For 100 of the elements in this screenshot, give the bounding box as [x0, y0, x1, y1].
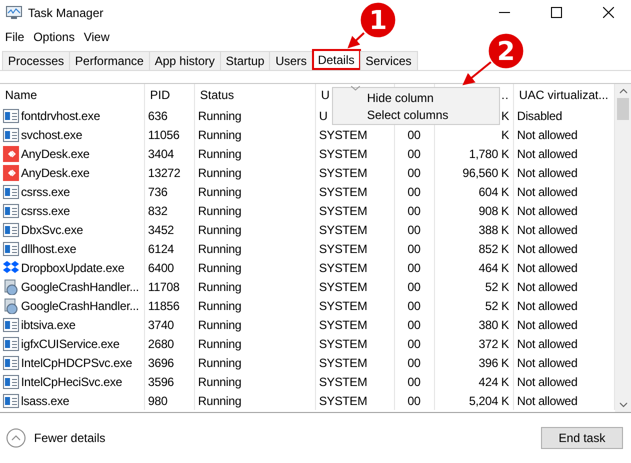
table-cell: 00: [408, 146, 420, 160]
table-cell: GoogleCrashHandler...: [21, 298, 139, 312]
table-cell: Running: [198, 146, 242, 160]
table-cell: SYSTEM: [319, 146, 368, 160]
fewer-details-link[interactable]: Fewer details: [34, 431, 106, 445]
menu-item[interactable]: File: [2, 30, 30, 44]
table-cell: Not allowed: [517, 222, 578, 236]
collapse-icon[interactable]: [6, 428, 26, 448]
table-cell: 3596: [148, 374, 174, 388]
table-cell: 380 K: [478, 318, 509, 332]
window-icon: [3, 108, 19, 122]
table-cell: Not allowed: [517, 204, 578, 218]
tab[interactable]: Services: [360, 51, 418, 70]
table-cell: Not allowed: [517, 242, 578, 256]
step-badge: 2: [487, 32, 525, 70]
table-cell: Not allowed: [517, 280, 578, 294]
column-header[interactable]: Name: [5, 88, 38, 102]
table-cell: SYSTEM: [319, 204, 368, 218]
table-cell: 2680: [148, 336, 174, 350]
table-cell: Disabled: [517, 108, 562, 122]
table-cell: K: [501, 108, 509, 122]
table-cell: Running: [198, 204, 242, 218]
callout-arrow: [348, 32, 365, 48]
sort-chevron-icon: [351, 86, 360, 91]
table-cell: 00: [408, 166, 420, 180]
table-cell: U: [319, 108, 328, 122]
menu-item[interactable]: Options: [30, 30, 81, 44]
table-cell: 908 K: [478, 204, 509, 218]
table-cell: Not allowed: [517, 374, 578, 388]
table-cell: 3740: [148, 318, 174, 332]
column-header[interactable]: Status: [200, 88, 234, 102]
window-icon: [3, 336, 19, 350]
table-cell: AnyDesk.exe: [21, 146, 90, 160]
table-cell: 6124: [148, 242, 174, 256]
table-cell: fontdrvhost.exe: [21, 108, 100, 122]
menu-item[interactable]: View: [80, 30, 116, 44]
table-cell: AnyDesk.exe: [21, 166, 90, 180]
table-cell: 3452: [148, 222, 174, 236]
menu-item[interactable]: Select columns: [333, 106, 499, 123]
table-cell: 424 K: [478, 374, 509, 388]
tab[interactable]: Users: [269, 51, 313, 70]
table-cell: 604 K: [478, 184, 509, 198]
table-cell: 00: [408, 318, 420, 332]
table-cell: Running: [198, 336, 242, 350]
table-cell: 13272: [148, 166, 180, 180]
table-cell: 3696: [148, 356, 174, 370]
table-cell: Not allowed: [517, 260, 578, 274]
table-cell: 3404: [148, 146, 174, 160]
table-cell: Not allowed: [517, 394, 578, 408]
window-icon: [3, 318, 19, 332]
table-cell: Not allowed: [517, 166, 578, 180]
table-cell: 52 K: [485, 298, 509, 312]
table-cell: 00: [408, 260, 420, 274]
tab[interactable]: Processes: [2, 51, 70, 70]
table-cell: svchost.exe: [21, 128, 82, 142]
end-task-button[interactable]: End task: [541, 427, 623, 449]
table-cell: 396 K: [478, 356, 509, 370]
table-cell: 00: [408, 298, 420, 312]
table-cell: Not allowed: [517, 336, 578, 350]
tab[interactable]: Startup: [220, 51, 270, 70]
tab[interactable]: Performance: [69, 51, 150, 70]
table-cell: csrss.exe: [21, 204, 70, 218]
scrollbar[interactable]: [615, 84, 631, 412]
table-cell: csrss.exe: [21, 184, 70, 198]
table-cell: 464 K: [478, 260, 509, 274]
tab[interactable]: Details: [312, 49, 360, 70]
table-cell: 736: [148, 184, 168, 198]
window-icon: [3, 128, 19, 142]
table-cell: dllhost.exe: [21, 242, 76, 256]
table-cell: IntelCpHDCPSvc.exe: [21, 356, 132, 370]
table-cell: 00: [408, 356, 420, 370]
column-header[interactable]: U: [321, 88, 330, 102]
table-cell: DbxSvc.exe: [21, 222, 84, 236]
table-cell: 00: [408, 184, 420, 198]
table-cell: 5,204 K: [469, 394, 509, 408]
scroll-thumb[interactable]: [617, 98, 629, 120]
tab[interactable]: App history: [148, 51, 221, 70]
table-cell: Running: [198, 184, 242, 198]
table-cell: Running: [198, 108, 242, 122]
window-icon: [3, 222, 19, 236]
table-cell: 52 K: [485, 280, 509, 294]
table-cell: Not allowed: [517, 298, 578, 312]
table-cell: ibtsiva.exe: [21, 318, 76, 332]
table-cell: Not allowed: [517, 146, 578, 160]
table-cell: Not allowed: [517, 318, 578, 332]
window-icon: [3, 184, 19, 198]
table-cell: SYSTEM: [319, 184, 368, 198]
table-cell: Running: [198, 128, 242, 142]
column-header[interactable]: PID: [150, 88, 170, 102]
table-cell: SYSTEM: [319, 166, 368, 180]
installer-icon: [3, 298, 19, 314]
table-cell: 372 K: [478, 336, 509, 350]
box-icon: [3, 260, 19, 276]
column-header[interactable]: UAC virtualizat...: [519, 88, 608, 102]
table-cell: 00: [408, 242, 420, 256]
table-cell: 11856: [148, 298, 180, 312]
installer-icon: [3, 278, 19, 294]
table-cell: Running: [198, 260, 242, 274]
callout-arrow: [462, 61, 492, 86]
menu-item[interactable]: Hide column: [333, 89, 499, 106]
